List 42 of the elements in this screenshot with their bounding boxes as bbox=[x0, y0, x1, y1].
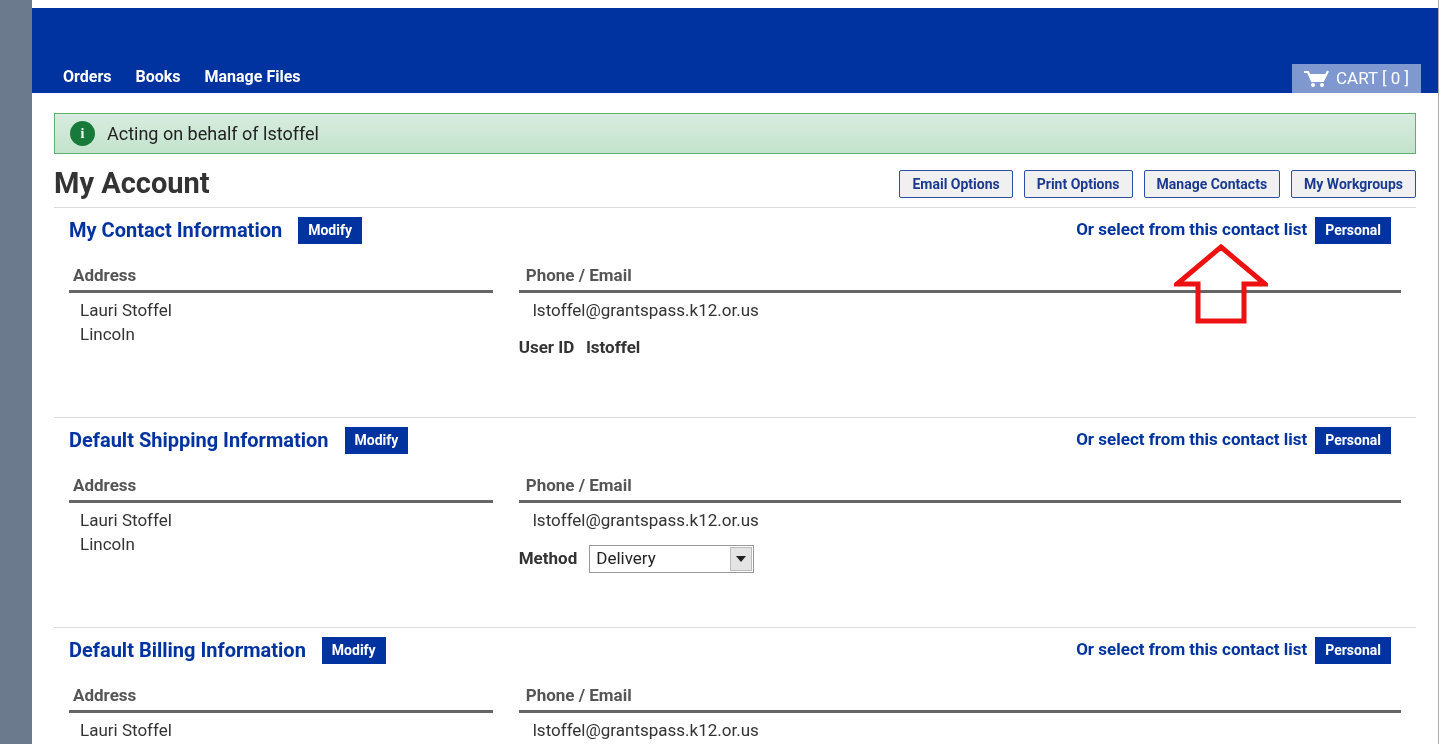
nav-link[interactable]: Books bbox=[135, 65, 181, 89]
page-title: My Account bbox=[54, 165, 210, 203]
address-line: Lauri Stoffel bbox=[80, 508, 173, 532]
section-title: Default Billing Information bbox=[69, 637, 306, 664]
contact-list-link[interactable]: Or select from this contact list bbox=[1076, 217, 1308, 243]
address-heading: Address bbox=[69, 683, 493, 713]
action-button[interactable]: Manage Contacts bbox=[1143, 170, 1281, 198]
personal-button[interactable]: Personal bbox=[1315, 636, 1391, 664]
contact-list-link[interactable]: Or select from this contact list bbox=[1076, 637, 1308, 663]
nav-link[interactable]: Manage Files bbox=[204, 65, 301, 89]
contact-list-link[interactable]: Or select from this contact list bbox=[1076, 427, 1308, 453]
modify-button[interactable]: Modify bbox=[344, 426, 409, 454]
user-id-label: User ID bbox=[518, 335, 575, 359]
email-text: lstoffel@grantspass.k12.or.us bbox=[532, 719, 759, 740]
phone-email-heading: Phone / Email bbox=[518, 683, 1401, 713]
address-line: Lincoln bbox=[80, 532, 136, 556]
section-title: Default Shipping Information bbox=[69, 427, 329, 454]
address-line: Lincoln bbox=[80, 322, 136, 346]
method-dropdown[interactable]: Delivery bbox=[589, 544, 755, 573]
section-title: My Contact Information bbox=[69, 217, 283, 244]
email-text: lstoffel@grantspass.k12.or.us bbox=[532, 509, 759, 530]
modify-button[interactable]: Modify bbox=[321, 636, 386, 664]
address-heading: Address bbox=[69, 473, 493, 503]
modify-button[interactable]: Modify bbox=[298, 216, 362, 244]
address-line: Lauri Stoffel bbox=[80, 718, 173, 742]
phone-email-heading: Phone / Email bbox=[518, 263, 1401, 293]
action-button[interactable]: Print Options bbox=[1023, 170, 1133, 198]
user-id-value: lstoffel bbox=[586, 335, 641, 359]
phone-email-heading: Phone / Email bbox=[518, 473, 1401, 503]
action-button[interactable]: Email Options bbox=[899, 170, 1013, 198]
caret-icon bbox=[736, 555, 747, 562]
cart-icon bbox=[1304, 69, 1330, 88]
info-icon: i bbox=[70, 121, 95, 146]
personal-button[interactable]: Personal bbox=[1315, 426, 1391, 454]
notice-text: Acting on behalf of lstoffel bbox=[107, 122, 319, 146]
action-button[interactable]: My Workgroups bbox=[1291, 170, 1416, 198]
address-line: Lauri Stoffel bbox=[80, 298, 173, 322]
address-heading: Address bbox=[69, 263, 493, 293]
method-label: Method bbox=[518, 546, 578, 570]
nav-link[interactable]: Orders bbox=[63, 65, 112, 89]
personal-button[interactable]: Personal bbox=[1315, 216, 1391, 244]
email-text: lstoffel@grantspass.k12.or.us bbox=[532, 299, 759, 320]
